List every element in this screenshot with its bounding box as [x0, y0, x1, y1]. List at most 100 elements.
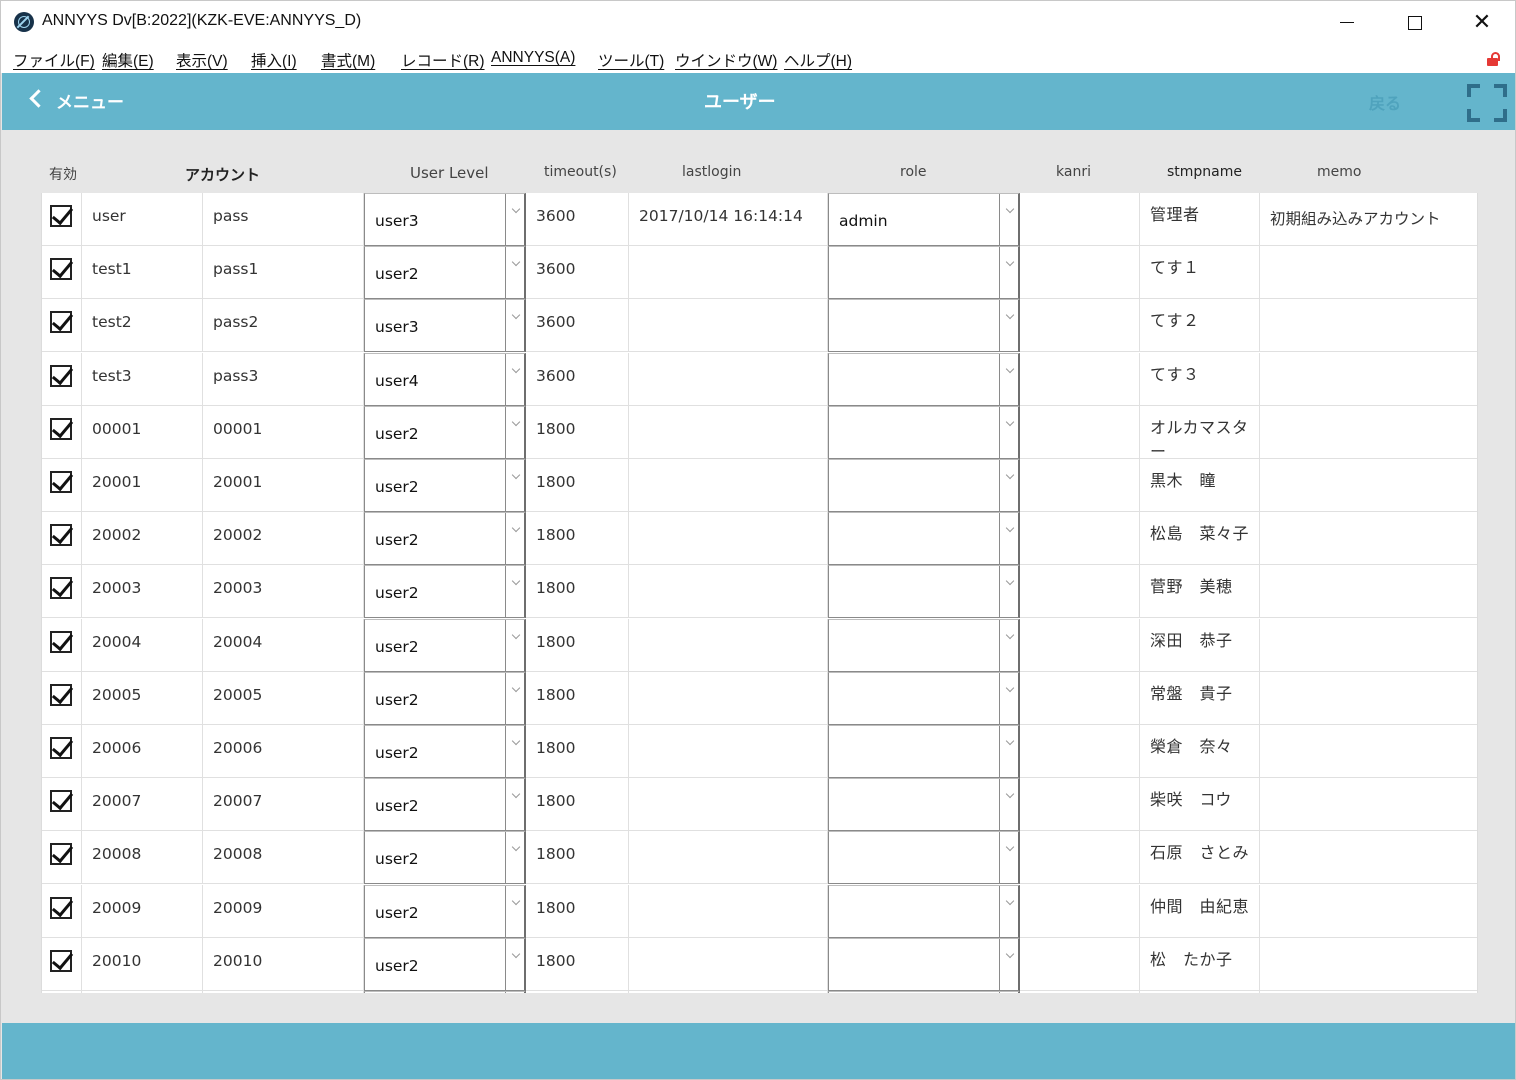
- enabled-cell[interactable]: [42, 671, 82, 725]
- timeout-cell[interactable]: 1800: [526, 512, 629, 566]
- account-cell[interactable]: 20001: [82, 459, 203, 512]
- menu-window[interactable]: ウインドウ(W): [675, 49, 777, 71]
- lastlogin-cell[interactable]: [629, 459, 828, 512]
- timeout-cell[interactable]: 3600: [526, 246, 629, 300]
- timeout-cell[interactable]: 1800: [526, 459, 629, 512]
- lastlogin-cell[interactable]: [629, 884, 828, 938]
- stmpname-cell[interactable]: 柴咲 コウ: [1140, 778, 1260, 832]
- stmpname-cell[interactable]: 深田 恭子: [1140, 618, 1260, 672]
- stmpname-cell[interactable]: 松島 菜々子: [1140, 512, 1260, 566]
- role-select[interactable]: [828, 512, 1020, 566]
- role-select[interactable]: [828, 405, 1020, 459]
- enabled-cell[interactable]: [42, 512, 82, 566]
- lastlogin-cell[interactable]: [629, 831, 828, 885]
- password-cell[interactable]: pass1: [203, 246, 364, 300]
- chevron-down-icon[interactable]: [511, 470, 521, 480]
- minimize-button[interactable]: [1313, 1, 1381, 44]
- password-cell[interactable]: [203, 991, 364, 993]
- kanri-cell[interactable]: [1020, 565, 1140, 619]
- table-row[interactable]: [42, 991, 1477, 993]
- enabled-checkbox[interactable]: [50, 471, 72, 493]
- role-select[interactable]: [828, 671, 1020, 725]
- account-cell[interactable]: 20002: [82, 512, 203, 566]
- menu-view[interactable]: 表示(V): [176, 49, 228, 71]
- chevron-down-icon[interactable]: [511, 257, 521, 267]
- role-select[interactable]: [828, 565, 1020, 619]
- stmpname-cell[interactable]: てす３: [1140, 352, 1260, 406]
- enabled-cell[interactable]: [42, 405, 82, 459]
- lastlogin-cell[interactable]: [629, 671, 828, 725]
- user-level-select[interactable]: user2: [364, 618, 526, 672]
- kanri-cell[interactable]: [1020, 618, 1140, 672]
- user-level-select[interactable]: user2: [364, 405, 526, 459]
- table-row[interactable]: 20009 20009 user2 1800 仲間 由紀恵: [42, 884, 1477, 938]
- memo-cell[interactable]: [1260, 938, 1477, 991]
- password-cell[interactable]: 20003: [203, 565, 364, 619]
- stmpname-cell[interactable]: 榮倉 奈々: [1140, 725, 1260, 778]
- enabled-checkbox[interactable]: [50, 949, 72, 972]
- password-cell[interactable]: pass3: [203, 352, 364, 406]
- chevron-down-icon[interactable]: [1005, 896, 1015, 905]
- password-cell[interactable]: 20009: [203, 884, 364, 938]
- user-level-select[interactable]: user2: [364, 831, 526, 885]
- timeout-cell[interactable]: 3600: [526, 193, 629, 246]
- timeout-cell[interactable]: [526, 991, 629, 993]
- chevron-down-icon[interactable]: [1005, 736, 1015, 746]
- timeout-cell[interactable]: 1800: [526, 565, 629, 619]
- role-select[interactable]: [828, 831, 1020, 885]
- account-cell[interactable]: test3: [82, 352, 203, 406]
- memo-cell[interactable]: [1260, 672, 1477, 725]
- password-cell[interactable]: 20008: [203, 831, 364, 885]
- chevron-down-icon[interactable]: [511, 204, 521, 214]
- enabled-checkbox[interactable]: [50, 630, 72, 653]
- table-row[interactable]: 20008 20008 user2 1800 石原 さとみ: [42, 831, 1477, 885]
- timeout-cell[interactable]: 1800: [526, 884, 629, 938]
- lastlogin-cell[interactable]: [629, 778, 828, 832]
- enabled-checkbox[interactable]: [50, 524, 72, 547]
- timeout-cell[interactable]: 1800: [526, 671, 629, 725]
- role-select[interactable]: [828, 937, 1020, 991]
- enabled-checkbox[interactable]: [50, 790, 72, 813]
- chevron-down-icon[interactable]: [1005, 683, 1015, 693]
- memo-cell[interactable]: [1260, 725, 1477, 778]
- kanri-cell[interactable]: [1020, 405, 1140, 459]
- kanri-cell[interactable]: [1020, 512, 1140, 566]
- enabled-checkbox[interactable]: [50, 205, 72, 227]
- user-level-select[interactable]: user2: [364, 937, 526, 991]
- account-cell[interactable]: [82, 991, 203, 993]
- user-level-select[interactable]: user3: [364, 193, 526, 246]
- password-cell[interactable]: 20010: [203, 937, 364, 991]
- stmpname-cell[interactable]: てす１: [1140, 246, 1260, 300]
- memo-cell[interactable]: [1260, 299, 1477, 352]
- enabled-cell[interactable]: [42, 831, 82, 885]
- memo-cell[interactable]: [1260, 246, 1477, 299]
- memo-cell[interactable]: [1260, 565, 1477, 618]
- user-level-select[interactable]: user2: [364, 884, 526, 938]
- user-level-select[interactable]: user2: [364, 778, 526, 832]
- kanri-cell[interactable]: [1020, 193, 1140, 246]
- menu-back-button[interactable]: メニュー: [56, 88, 124, 113]
- user-level-select[interactable]: user2: [364, 512, 526, 566]
- menu-help[interactable]: ヘルプ(H): [784, 49, 852, 71]
- timeout-cell[interactable]: 1800: [526, 778, 629, 832]
- enabled-checkbox[interactable]: [50, 258, 72, 281]
- lastlogin-cell[interactable]: [629, 512, 828, 566]
- user-level-select[interactable]: user2: [364, 565, 526, 619]
- stmpname-cell[interactable]: [1140, 991, 1260, 993]
- role-select[interactable]: [828, 778, 1020, 832]
- maximize-button[interactable]: [1381, 1, 1449, 44]
- memo-cell[interactable]: [1260, 353, 1477, 406]
- memo-cell[interactable]: [1260, 459, 1477, 512]
- password-cell[interactable]: 20006: [203, 725, 364, 778]
- chevron-down-icon[interactable]: [1005, 630, 1015, 639]
- kanri-cell[interactable]: [1020, 352, 1140, 406]
- chevron-down-icon[interactable]: [1005, 204, 1015, 214]
- kanri-cell[interactable]: [1020, 299, 1140, 353]
- chevron-down-icon[interactable]: [1005, 949, 1015, 959]
- chevron-down-icon[interactable]: [1005, 843, 1015, 852]
- password-cell[interactable]: 20002: [203, 512, 364, 566]
- close-button[interactable]: ✕: [1448, 1, 1516, 44]
- chevron-down-icon[interactable]: [511, 311, 521, 320]
- stmpname-cell[interactable]: てす２: [1140, 299, 1260, 353]
- kanri-cell[interactable]: [1020, 725, 1140, 778]
